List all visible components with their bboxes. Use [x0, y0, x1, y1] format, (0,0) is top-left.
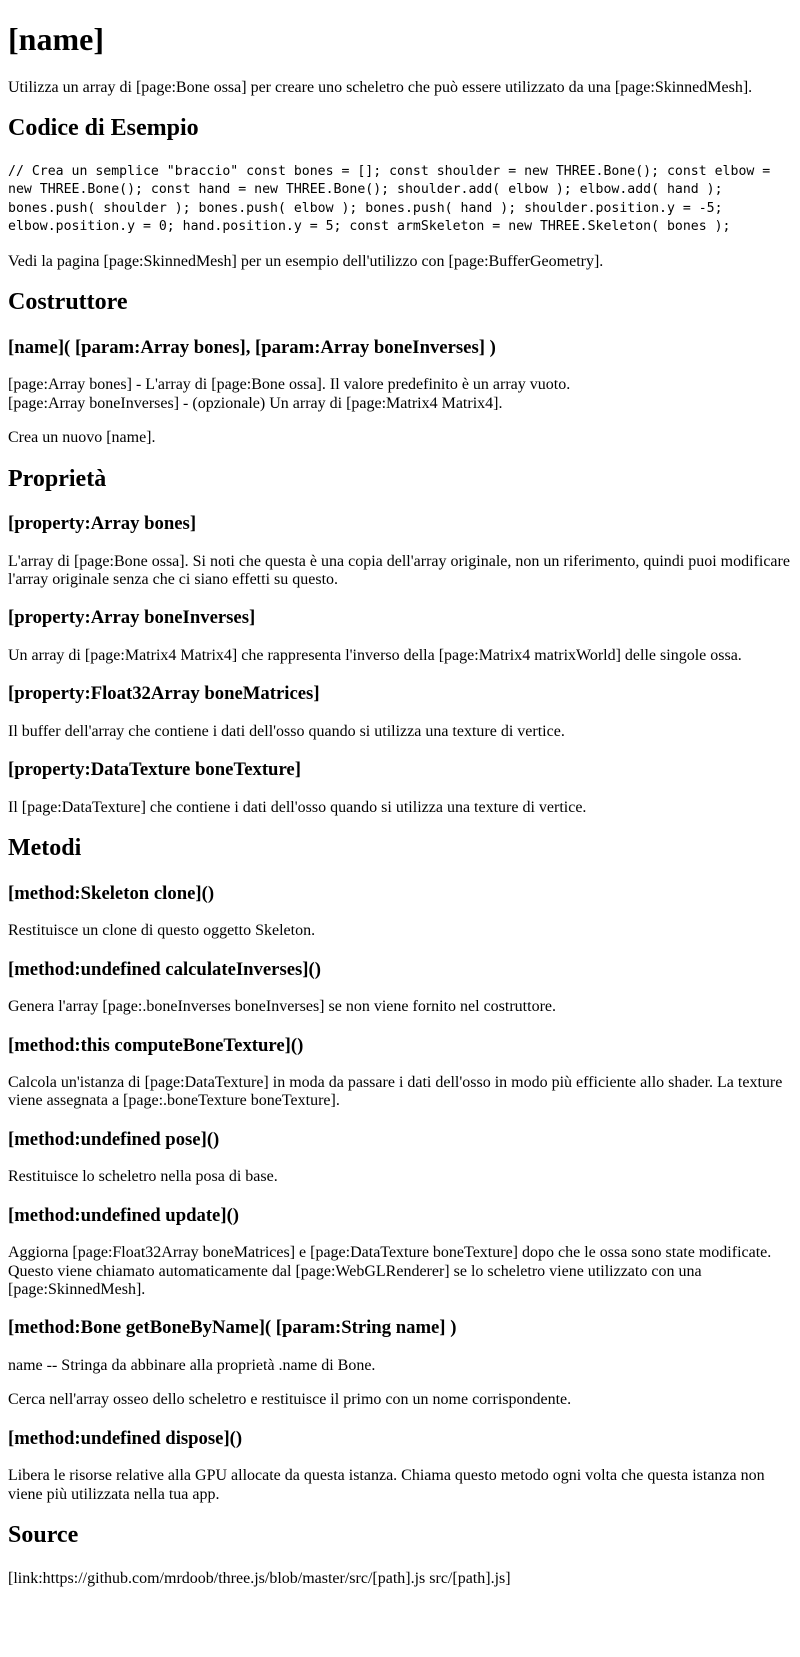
constructor-signature: [name]( [param:Array bones], [param:Arra…	[8, 336, 496, 358]
method-text: Cerca nell'array osseo dello scheletro e…	[8, 1391, 572, 1409]
method-text: Libera le risorse relative alla GPU allo…	[8, 1467, 765, 1503]
property-title: [property:DataTexture boneTexture]	[8, 759, 301, 781]
page-title: [name]	[8, 21, 104, 57]
param-bones: [page:Array bones] - L'array di [page:Bo…	[8, 376, 571, 394]
method-title: [method:this computeBoneTexture]()	[8, 1034, 304, 1056]
constructor-heading: Costruttore	[8, 289, 128, 316]
property-text: L'array di [page:Bone ossa]. Si noti che…	[8, 552, 790, 589]
method-title: [method:Skeleton clone]()	[8, 882, 215, 904]
property-title: [property:Float32Array boneMatrices]	[8, 683, 320, 705]
method-text: Genera l'array [page:.boneInverses boneI…	[8, 998, 556, 1016]
properties-heading: Proprietà	[8, 465, 107, 492]
constructor-params: [page:Array bones] - L'array di [page:Bo…	[8, 376, 792, 413]
property-text: Il [page:DataTexture] che contiene i dat…	[8, 798, 587, 816]
method-title: [method:Bone getBoneByName]( [param:Stri…	[8, 1317, 457, 1339]
method-text: Restituisce lo scheletro nella posa di b…	[8, 1168, 278, 1186]
example-note: Vedi la pagina [page:SkinnedMesh] per un…	[8, 252, 604, 270]
example-code: // Crea un semplice "braccio" const bone…	[8, 163, 771, 235]
property-text: Il buffer dell'array che contiene i dati…	[8, 722, 565, 740]
intro-text: Utilizza un array di [page:Bone ossa] pe…	[8, 78, 753, 96]
source-link: [link:https://github.com/mrdoob/three.js…	[8, 1569, 511, 1587]
constructor-description: Crea un nuovo [name].	[8, 429, 156, 447]
source-heading: Source	[8, 1522, 79, 1549]
method-title: [method:undefined dispose]()	[8, 1427, 243, 1449]
method-text: Calcola un'istanza di [page:DataTexture]…	[8, 1074, 783, 1110]
property-text: Un array di [page:Matrix4 Matrix4] che r…	[8, 646, 742, 664]
param-bone-inverses: [page:Array boneInverses] - (opzionale) …	[8, 394, 503, 412]
method-title: [method:undefined calculateInverses]()	[8, 958, 321, 980]
method-param: name -- Stringa da abbinare alla proprie…	[8, 1356, 376, 1374]
property-title: [property:Array boneInverses]	[8, 607, 256, 629]
method-title: [method:undefined update]()	[8, 1204, 240, 1226]
method-text: Aggiorna [page:Float32Array boneMatrices…	[8, 1244, 772, 1299]
method-title: [method:undefined pose]()	[8, 1128, 220, 1150]
property-title: [property:Array bones]	[8, 513, 197, 535]
example-heading: Codice di Esempio	[8, 115, 199, 142]
doc-page: [name] Utilizza un array di [page:Bone o…	[0, 21, 800, 1588]
method-text: Restituisce un clone di questo oggetto S…	[8, 922, 316, 940]
methods-heading: Metodi	[8, 835, 82, 862]
